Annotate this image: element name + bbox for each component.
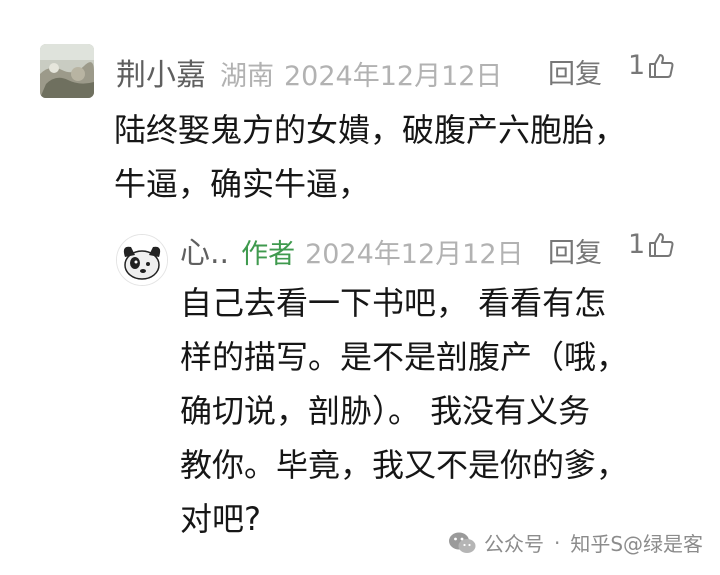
- like-count: 1: [628, 50, 646, 81]
- like-count: 1: [628, 229, 646, 260]
- reply-button[interactable]: 回复: [548, 231, 602, 270]
- reply-date: 2024年12月12日: [305, 239, 524, 270]
- commenter-avatar[interactable]: [40, 44, 94, 98]
- reply-line: 教你。毕竟，我又不是你的爹，: [180, 446, 629, 484]
- watermark: 公众号 · 知乎S@绿是客: [448, 528, 703, 557]
- comment-line: 牛逼，确实牛逼，: [114, 165, 371, 203]
- comment-body: 陆终娶鬼方的女嬇，破腹产六胞胎， 牛逼，确实牛逼，: [114, 103, 626, 211]
- comment-thread: 荆小嘉 湖南 2024年12月12日 回复 1 陆终娶鬼方的女嬇，破腹产六胞胎，…: [0, 0, 720, 575]
- author-badge: 作者: [241, 239, 296, 270]
- commenter-region: 湖南: [220, 61, 274, 92]
- comment-meta: 荆小嘉 湖南 2024年12月12日: [116, 50, 502, 94]
- thumbs-up-icon: [649, 232, 674, 257]
- reply-author-avatar[interactable]: [116, 234, 168, 286]
- wechat-official-account-icon: [449, 532, 476, 553]
- like-button[interactable]: 1: [628, 50, 675, 81]
- watermark-separator: ·: [554, 530, 561, 555]
- avatar-image: [40, 44, 94, 98]
- avatar-image: [117, 235, 167, 285]
- watermark-account-label: 公众号: [484, 532, 544, 556]
- reply-meta: 心.. 作者 2024年12月12日: [180, 228, 524, 272]
- comment-date: 2024年12月12日: [284, 61, 503, 92]
- comment-line: 陆终娶鬼方的女嬇，破腹产六胞胎，: [114, 111, 627, 149]
- thumbs-up-icon: [649, 53, 674, 78]
- reply-line: 确切说，剖胁）。 我没有义务: [180, 392, 591, 430]
- reply-button[interactable]: 回复: [548, 52, 602, 91]
- watermark-source: 知乎S@绿是客: [570, 532, 704, 556]
- reply-body: 自己去看一下书吧， 看看有怎 样的描写。是不是剖腹产（哦， 确切说，剖胁）。 我…: [180, 276, 628, 546]
- reply-line: 自己去看一下书吧， 看看有怎: [180, 284, 607, 322]
- commenter-name[interactable]: 荆小嘉: [116, 50, 206, 94]
- like-button[interactable]: 1: [628, 229, 675, 260]
- reply-author-name[interactable]: 心..: [180, 228, 229, 272]
- reply-line: 样的描写。是不是剖腹产（哦，: [180, 338, 629, 376]
